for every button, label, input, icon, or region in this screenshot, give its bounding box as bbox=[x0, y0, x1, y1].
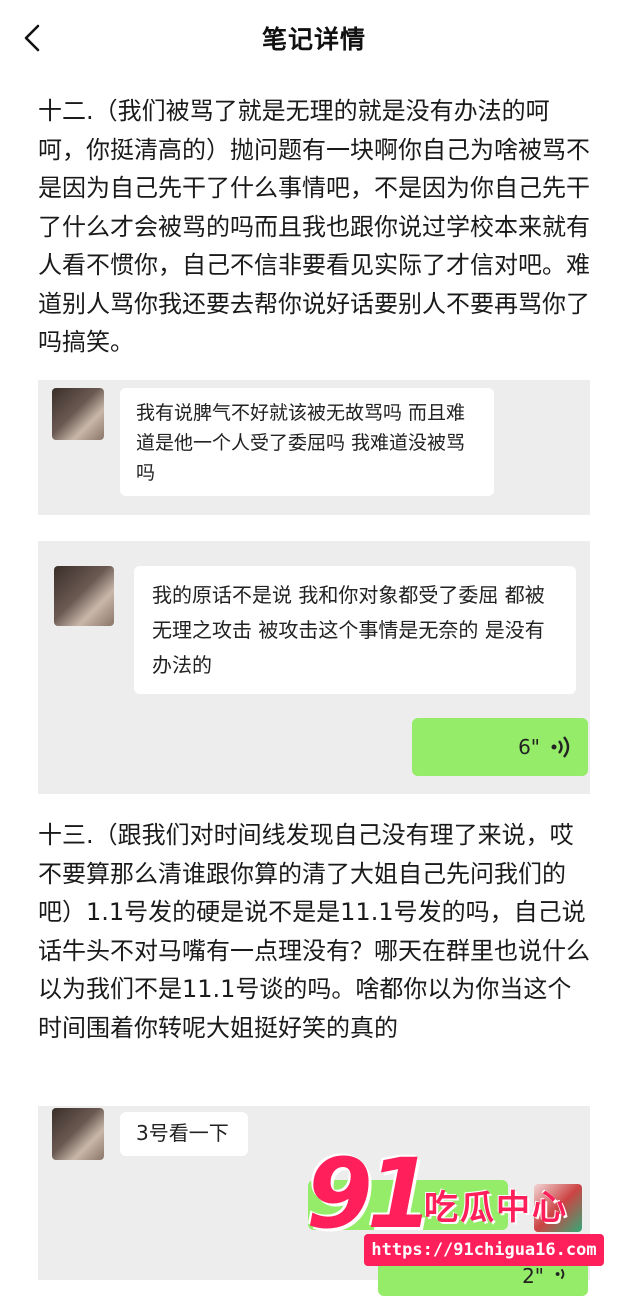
chat-screenshot-1: 我有说脾气不好就该被无故骂吗 而且难道是他一个人受了委屈吗 我难道没被骂吗 bbox=[38, 380, 590, 515]
watermark-logo-number: 91 bbox=[306, 1138, 434, 1250]
avatar bbox=[52, 1108, 104, 1160]
voice-message-bubble[interactable]: 6" bbox=[412, 718, 588, 776]
note-paragraph-13: 十三.（跟我们对时间线发现自己没有理了来说，哎不要算那么清谁跟你算的清了大姐自己… bbox=[38, 821, 590, 1042]
page-title: 笔记详情 bbox=[261, 25, 366, 54]
voice-duration: 2" bbox=[522, 1264, 544, 1288]
note-paragraph-12: 十二.（我们被骂了就是无理的就是没有办法的呵呵，你挺清高的）抛问题有一块啊你自己… bbox=[38, 97, 590, 356]
chat-message-bubble: 我有说脾气不好就该被无故骂吗 而且难道是他一个人受了委屈吗 我难道没被骂吗 bbox=[120, 388, 494, 496]
voice-wave-icon bbox=[555, 1268, 565, 1280]
watermark-logo-name: 吃瓜中心 bbox=[424, 1188, 568, 1228]
chat-screenshot-2: 我的原话不是说 我和你对象都受了委屈 都被无理之攻击 被攻击这个事情是无奈的 是… bbox=[38, 541, 590, 794]
chat-message-bubble: 我的原话不是说 我和你对象都受了委屈 都被无理之攻击 被攻击这个事情是无奈的 是… bbox=[134, 566, 576, 694]
top-bar: 笔记详情 bbox=[0, 0, 628, 76]
voice-duration: 6" bbox=[518, 735, 540, 759]
voice-wave-icon bbox=[551, 736, 570, 758]
avatar bbox=[52, 388, 104, 440]
avatar bbox=[54, 566, 114, 626]
chat-message-bubble: 3号看一下 bbox=[120, 1112, 248, 1156]
watermark-url: https://91chigua16.com bbox=[364, 1234, 604, 1266]
